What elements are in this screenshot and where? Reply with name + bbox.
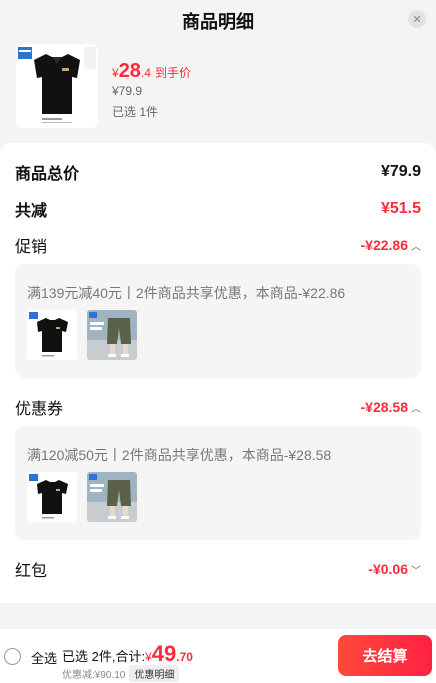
total-label: 商品总价 [15,166,80,183]
coupon-product-polo[interactable] [27,472,77,522]
promo-description: 满139元减40元丨2件商品共享优惠，本商品-¥22.86 [27,285,346,301]
promo-label: 促销 [15,239,48,256]
promo-product-shorts[interactable] [87,310,137,360]
redpacket-amount[interactable]: -¥0.06 ﹀ [368,561,421,577]
reduce-value: ¥51.5 [380,200,421,217]
discount-detail-button[interactable]: 优惠明细 [129,665,180,682]
price-breakdown-card: 商品总价 ¥79.9 共减 ¥51.5 促销 -¥22.86 ︿ 满139元减40… [0,143,436,603]
price-decimal: .4 [140,66,151,80]
price-integer: 28 [118,60,141,82]
coupon-row[interactable]: 优惠券 -¥28.58 ︿ [15,395,421,419]
bottom-bar: 全选 已选 2件,合计:¥49.70 优惠减:¥90.10 优惠明细 去结算 [0,629,436,683]
chevron-down-icon: ﹀ [411,565,421,577]
coupon-amount[interactable]: -¥28.58 ︿ [361,399,421,415]
coupon-label: 优惠券 [15,401,64,418]
chevron-up-icon: ︿ [411,241,421,253]
reduce-row: 共减 ¥51.5 [15,197,421,221]
coupon-value: -¥28.58 [360,399,408,415]
redpacket-label: 红包 [15,563,48,580]
reduce-label: 共减 [15,203,48,220]
promo-detail-box: 满139元减40元丨2件商品共享优惠，本商品-¥22.86 [15,264,421,378]
total-value: ¥79.9 [380,163,421,180]
total-row: 商品总价 ¥79.9 [15,160,421,184]
deal-price: ¥28.4 到手价 [112,60,191,83]
header: 商品明细 ✕ [0,0,436,38]
chevron-up-icon: ︿ [411,403,421,415]
page-title: 商品明细 [182,12,254,32]
promo-product-polo[interactable] [27,310,77,360]
coupon-products [27,472,137,522]
promo-value: -¥22.86 [360,237,408,253]
product-summary: ¥28.4 到手价 ¥79.9 已选 1件 [16,44,420,132]
total-decimal: .70 [176,650,193,664]
order-summary: 已选 2件,合计:¥49.70 [62,641,193,667]
redpacket-value: -¥0.06 [368,561,408,577]
redpacket-row[interactable]: 红包 -¥0.06 ﹀ [15,557,421,581]
coupon-description: 满120减50元丨2件商品共享优惠，本商品-¥28.58 [27,447,332,463]
product-thumbnail[interactable] [16,44,98,128]
total-integer: 49 [151,641,177,666]
promo-amount[interactable]: -¥22.86 ︿ [361,237,421,253]
summary-prefix: 已选 2件,合计: [62,649,146,664]
select-all-label[interactable]: 全选 [31,648,57,667]
close-icon[interactable]: ✕ [408,10,426,28]
discount-summary: 优惠减:¥90.10 优惠明细 [62,665,180,682]
discount-text: 优惠减:¥90.10 [62,670,126,681]
coupon-detail-box: 满120减50元丨2件商品共享优惠，本商品-¥28.58 [15,426,421,540]
promo-row[interactable]: 促销 -¥22.86 ︿ [15,233,421,257]
selected-count: 已选 1件 [112,105,159,119]
total-symbol: ¥ [145,650,152,664]
promo-products [27,310,137,360]
select-all-radio[interactable] [4,648,21,665]
price-symbol: ¥ [112,66,119,80]
price-tag: 到手价 [154,66,191,80]
original-price: ¥79.9 [112,84,143,98]
coupon-product-shorts[interactable] [87,472,137,522]
checkout-button[interactable]: 去结算 [338,635,432,676]
